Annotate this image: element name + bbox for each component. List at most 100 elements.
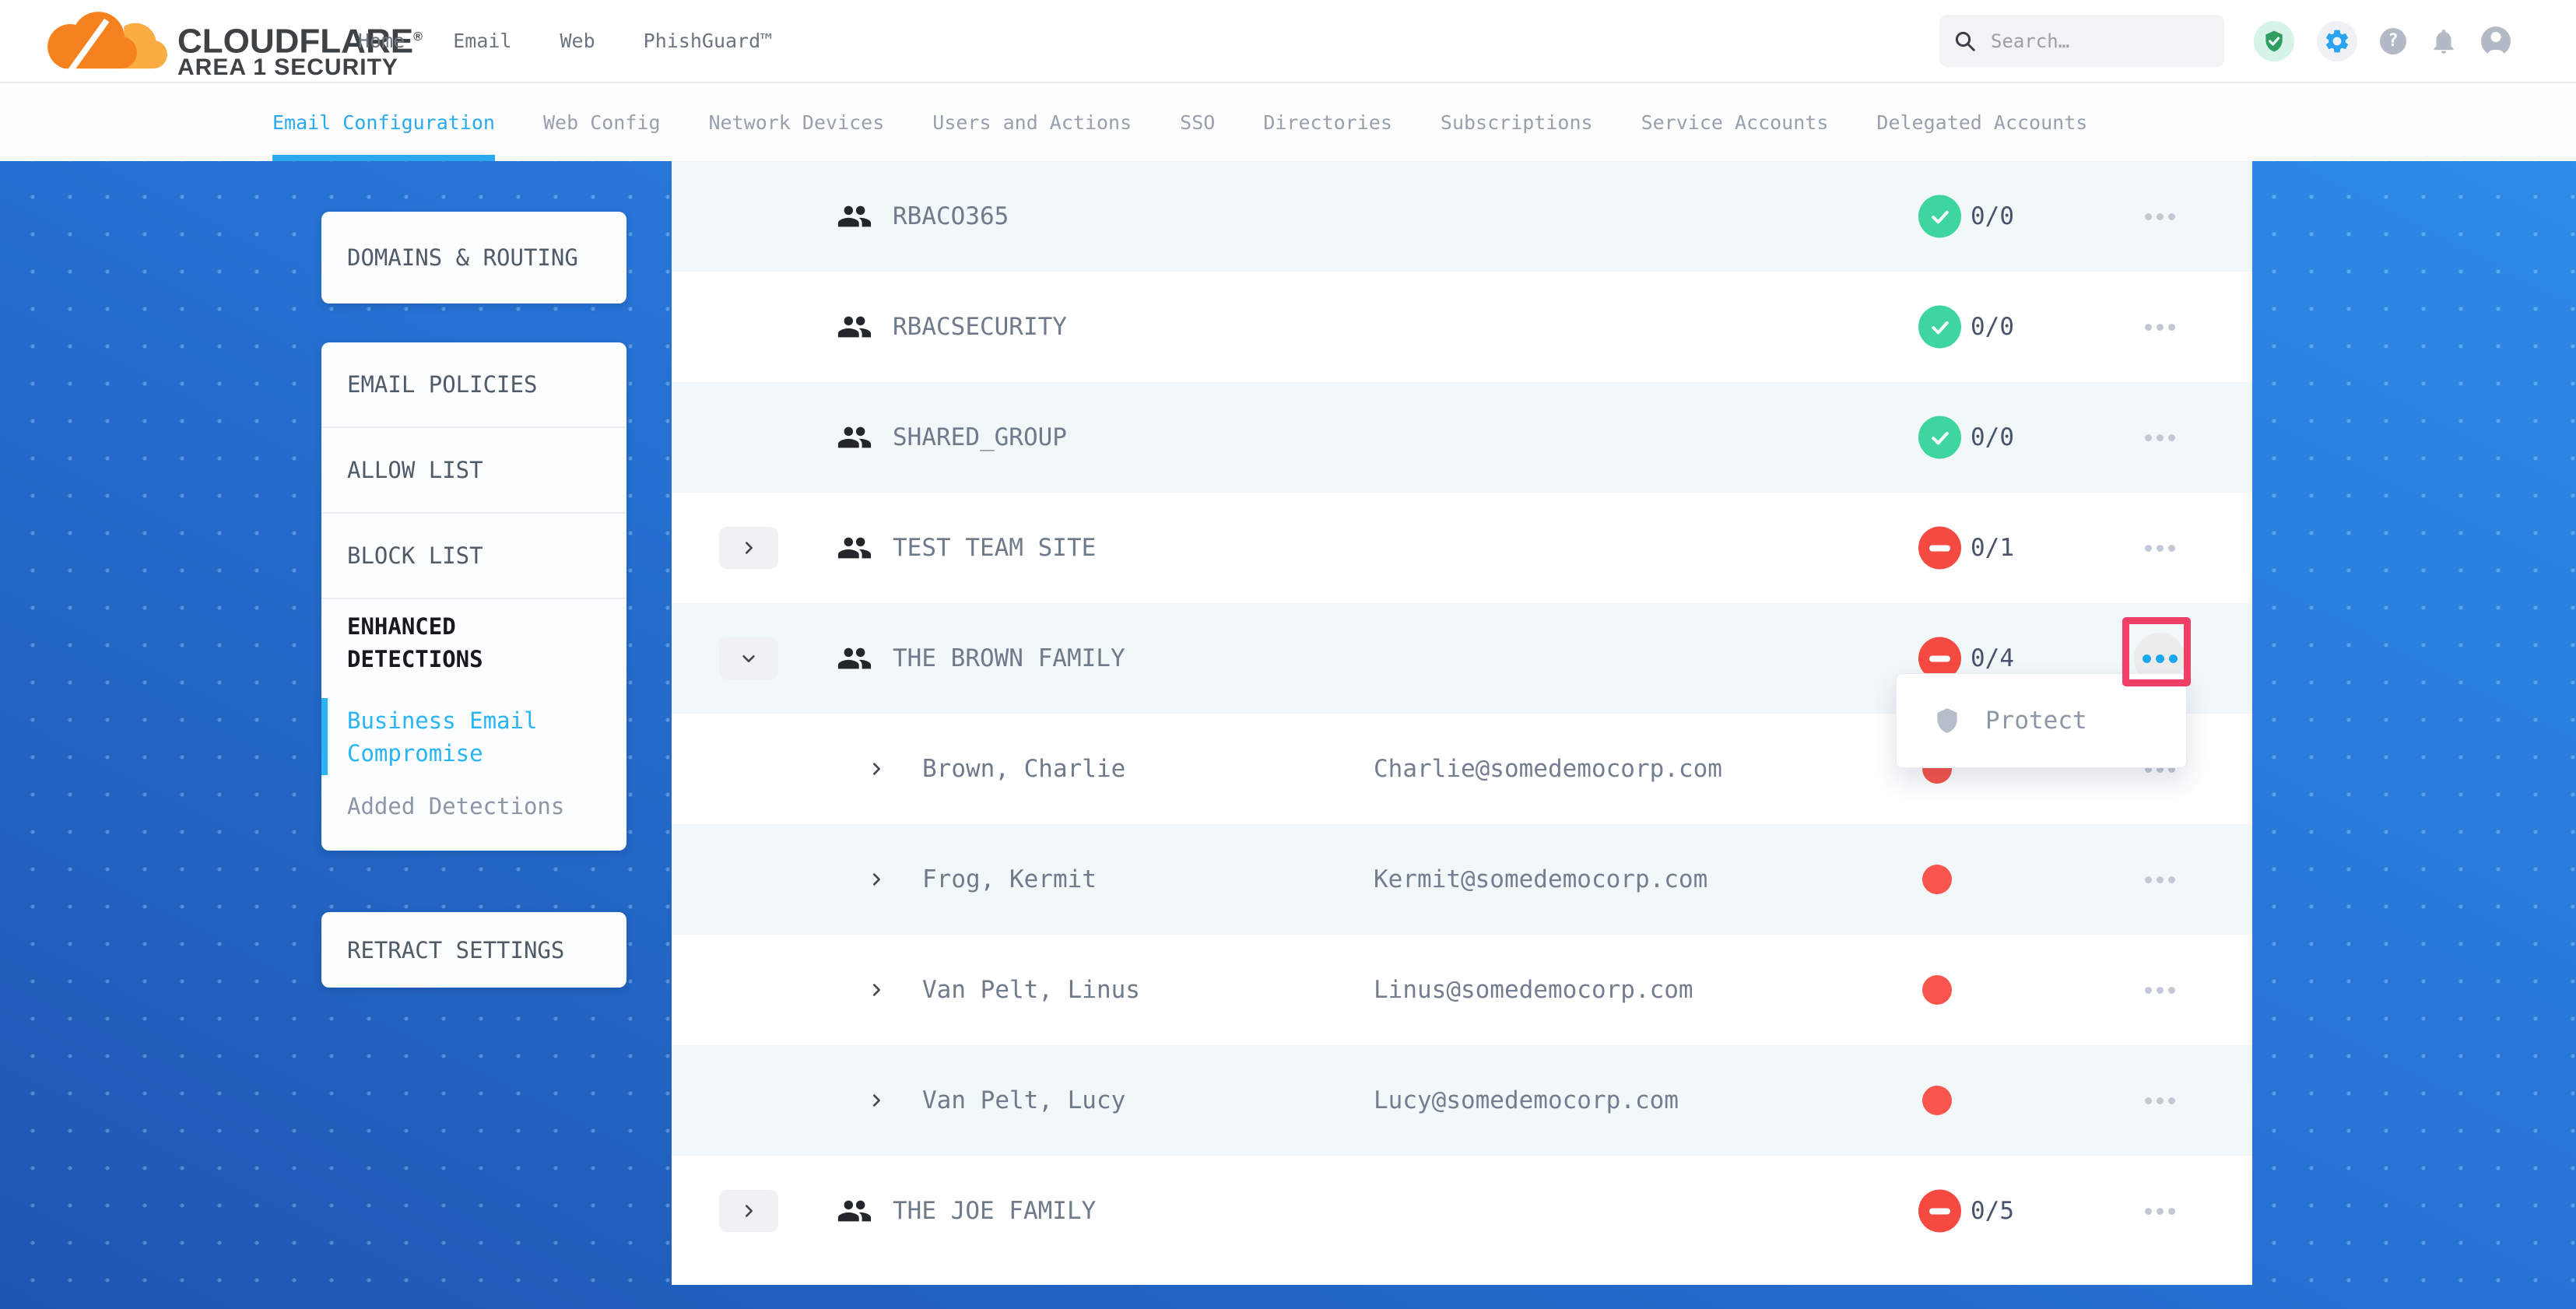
group-row-test-team-site: TEST TEAM SITE 0/1 — [672, 493, 2252, 603]
top-nav-item-web[interactable]: Web — [560, 30, 595, 52]
group-icon — [837, 640, 872, 676]
expand-toggle-button[interactable] — [719, 637, 778, 679]
top-bar: CLOUDFLARE® AREA 1 SECURITY HomeEmailWeb… — [0, 0, 2576, 83]
tab-subscriptions[interactable]: Subscriptions — [1441, 83, 1593, 161]
group-name: TEST TEAM SITE — [893, 534, 1096, 562]
member-row-van-pelt-lucy: Van Pelt, LucyLucy@somedemocorp.com — [672, 1045, 2252, 1156]
sidebar-item-label: ALLOW LIST — [347, 457, 483, 483]
sidebar-item-label: EMAIL POLICIES — [347, 371, 537, 398]
protected-count: 0/0 — [1971, 313, 2014, 341]
notifications-button[interactable] — [2429, 26, 2458, 56]
top-nav-item-home[interactable]: Home — [358, 30, 405, 52]
cloudflare-logo-icon — [40, 6, 171, 82]
sidebar-item-email-policies[interactable]: EMAIL POLICIES — [321, 342, 626, 428]
tab-users-and-actions[interactable]: Users and Actions — [932, 83, 1132, 161]
sidebar-item-retract-settings[interactable]: RETRACT SETTINGS — [321, 912, 626, 988]
row-actions-button[interactable] — [2134, 191, 2185, 242]
row-actions-button[interactable] — [2134, 854, 2185, 905]
content-area: DOMAINS & ROUTING EMAIL POLICIES ALLOW LI… — [0, 161, 2576, 1309]
status-dot-alert — [1922, 865, 1952, 894]
sidebar-item-label: DOMAINS & ROUTING — [347, 244, 578, 271]
sidebar-item-business-email-compromise[interactable]: Business Email Compromise — [321, 695, 626, 778]
status-badge-alert — [1918, 527, 1961, 570]
row-actions-button[interactable] — [2134, 522, 2185, 574]
group-icon — [837, 419, 872, 455]
sidebar-item-enhanced-detections: ENHANCED DETECTIONS — [321, 599, 626, 695]
expand-toggle-button[interactable] — [719, 1190, 778, 1232]
bell-icon — [2429, 26, 2458, 56]
help-button[interactable]: ? — [2380, 28, 2406, 54]
minus-icon — [1929, 1208, 1950, 1214]
row-actions-button[interactable] — [2134, 301, 2185, 353]
protected-count: 0/5 — [1971, 1197, 2014, 1225]
status-badge-alert — [1918, 1190, 1961, 1233]
sidebar-item-allow-list[interactable]: ALLOW LIST — [321, 428, 626, 514]
top-nav-item-phishguard[interactable]: PhishGuard™ — [644, 30, 773, 52]
search-icon — [1953, 30, 1977, 53]
group-row-rbaco365: RBACO3650/0 — [672, 161, 2252, 272]
status-badge-ok — [1918, 416, 1961, 459]
top-nav-item-email[interactable]: Email — [453, 30, 511, 52]
sidebar-item-label: BLOCK LIST — [347, 542, 483, 569]
header-icon-group: ? — [2254, 0, 2511, 82]
area1-security-app: CLOUDFLARE® AREA 1 SECURITY HomeEmailWeb… — [0, 0, 2576, 1309]
protected-count: 0/1 — [1971, 534, 2014, 562]
chevron-right-icon — [740, 1202, 757, 1220]
group-icon — [837, 198, 872, 234]
question-icon: ? — [2388, 31, 2398, 51]
top-nav: Home Email Web PhishGuard™ — [358, 0, 772, 82]
minus-icon — [1929, 655, 1950, 662]
section-tab-bar: Email Configuration Web Config Network Dev… — [0, 83, 2576, 161]
user-avatar-button[interactable] — [2481, 26, 2511, 56]
settings-button[interactable] — [2317, 21, 2357, 61]
group-row-the-joe-family: THE JOE FAMILY0/5 — [672, 1156, 2252, 1266]
row-actions-button[interactable] — [2134, 412, 2185, 463]
tab-web-config[interactable]: Web Config — [543, 83, 661, 161]
status-dot-alert — [1922, 1086, 1952, 1115]
row-actions-button[interactable] — [2134, 1075, 2185, 1126]
sidebar-item-label: Added Detections — [347, 790, 564, 823]
chevron-right-icon — [868, 981, 885, 998]
group-row-rbacsecurity: RBACSECURITY 0/0 — [672, 272, 2252, 382]
menu-item-protect[interactable]: Protect — [1985, 707, 2087, 735]
chevron-right-icon — [868, 871, 885, 888]
member-row-van-pelt-linus: Van Pelt, LinusLinus@somedemocorp.com — [672, 935, 2252, 1045]
group-name: SHARED_GROUP — [893, 423, 1067, 451]
minus-icon — [1929, 545, 1950, 551]
check-icon — [1928, 426, 1952, 449]
search-input[interactable] — [1989, 30, 2210, 53]
member-email: Linus@somedemocorp.com — [1374, 976, 1693, 1004]
row-context-menu: Protect — [1896, 673, 2187, 768]
member-name: Van Pelt, Lucy — [922, 1086, 1125, 1114]
expand-toggle-button[interactable] — [719, 527, 778, 569]
sidebar-item-added-detections[interactable]: Added Detections — [321, 778, 626, 834]
sidebar-item-block-list[interactable]: BLOCK LIST — [321, 514, 626, 599]
sidebar-item-label: ENHANCED DETECTIONS — [347, 610, 603, 676]
chevron-right-icon — [868, 760, 885, 777]
status-dot-alert — [1922, 975, 1952, 1005]
row-actions-button[interactable] — [2134, 1185, 2185, 1237]
tab-directories[interactable]: Directories — [1263, 83, 1392, 161]
member-name: Brown, Charlie — [922, 755, 1125, 783]
tab-delegated-accounts[interactable]: Delegated Accounts — [1876, 83, 2087, 161]
group-name: RBACSECURITY — [893, 313, 1067, 341]
chevron-right-icon — [868, 1092, 885, 1109]
sidebar-item-label: Business Email Compromise — [347, 704, 603, 770]
tab-service-accounts[interactable]: Service Accounts — [1641, 83, 1829, 161]
tab-network-devices[interactable]: Network Devices — [709, 83, 885, 161]
tab-sso[interactable]: SSO — [1180, 83, 1215, 161]
sidebar-item-domains-routing[interactable]: DOMAINS & ROUTING — [321, 212, 626, 304]
member-email: Charlie@somedemocorp.com — [1374, 755, 1722, 783]
shield-icon — [1932, 706, 1962, 735]
tab-email-configuration[interactable]: Email Configuration — [272, 83, 495, 161]
check-icon — [1928, 205, 1952, 228]
group-icon — [837, 1193, 872, 1229]
group-icon — [837, 309, 872, 345]
chevron-right-icon — [740, 539, 757, 556]
row-actions-button[interactable] — [2134, 964, 2185, 1016]
member-name: Frog, Kermit — [922, 865, 1097, 893]
group-icon — [837, 530, 872, 566]
protection-status-button[interactable] — [2254, 21, 2294, 61]
search-box — [1939, 15, 2224, 67]
status-badge-ok — [1918, 306, 1961, 349]
